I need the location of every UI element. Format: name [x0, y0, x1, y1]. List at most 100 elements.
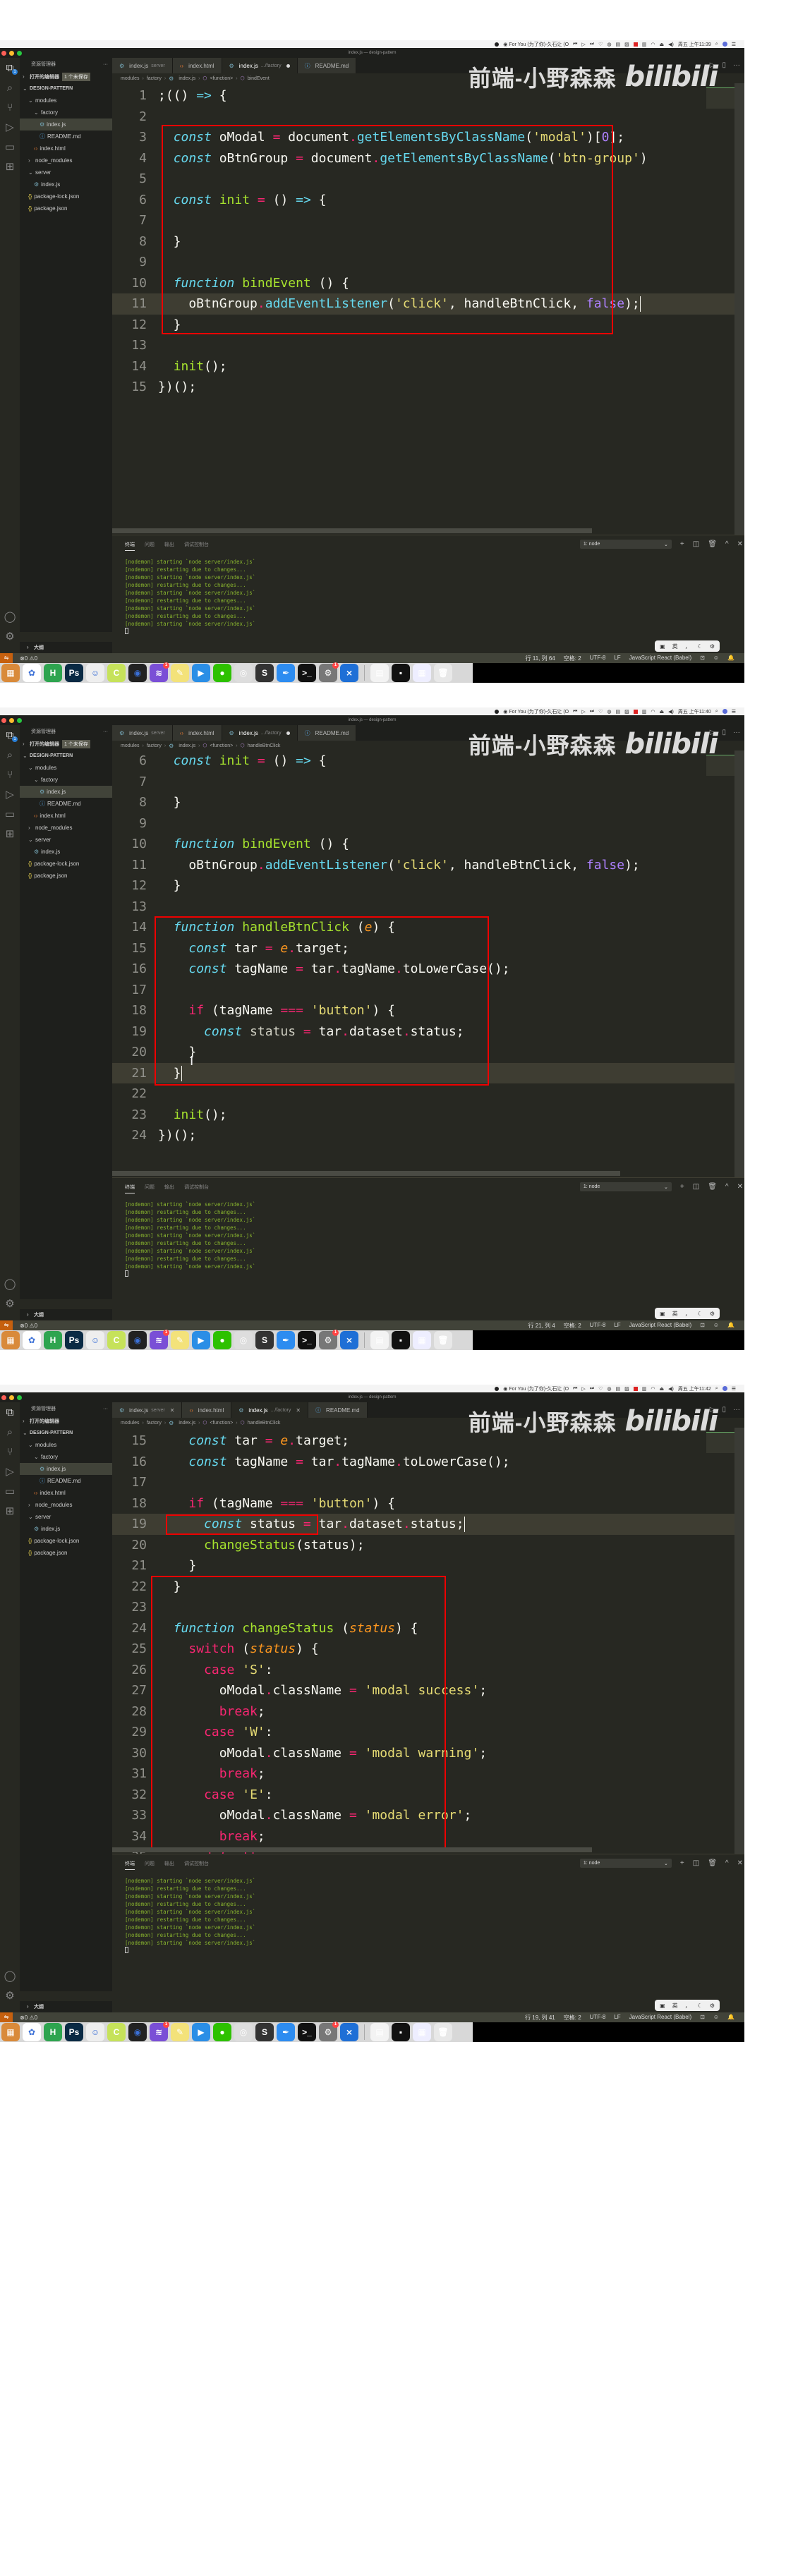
- code-line[interactable]: 7: [112, 210, 744, 231]
- manage-gear-icon[interactable]: ⚙: [0, 1986, 20, 2005]
- notifications-bell-icon[interactable]: 🔔: [727, 1322, 734, 1330]
- wifi-icon[interactable]: ◠: [651, 42, 655, 47]
- dock-app-terminal[interactable]: >_: [298, 1331, 316, 1349]
- chart-icon[interactable]: ▥: [642, 709, 647, 715]
- close-window-button[interactable]: [1, 51, 6, 56]
- dock-app-baidu-netdisk[interactable]: ✿: [23, 1331, 41, 1349]
- feedback-icon[interactable]: ☺: [713, 1322, 719, 1330]
- previous-track-icon[interactable]: ⏮: [573, 42, 577, 47]
- status-language[interactable]: JavaScript React (Babel): [629, 2014, 691, 2022]
- keyboard-icon[interactable]: ▤: [616, 709, 621, 715]
- code-line[interactable]: 16 const tagName = tar.tagName.toLowerCa…: [112, 959, 744, 980]
- split-terminal-icon[interactable]: ◫: [693, 1859, 699, 1867]
- terminal-output[interactable]: [nodemon] starting `node server/index.js…: [112, 1193, 744, 1279]
- dock-app-wechat[interactable]: ●: [213, 664, 231, 682]
- chart-icon[interactable]: ▥: [642, 42, 647, 47]
- code-line[interactable]: 14 init();: [112, 356, 744, 377]
- outline-section[interactable]: › 大纲: [20, 642, 112, 652]
- run-icon[interactable]: ▷: [710, 1406, 715, 1414]
- tab-index-js-factory[interactable]: ⚙ index.js .../factory ✕: [231, 1402, 309, 1418]
- dock-app-stickies[interactable]: ✎: [171, 2023, 189, 2041]
- panel-tab[interactable]: 问题: [145, 541, 155, 551]
- tab-readme-md[interactable]: ⓘ README.md: [308, 1402, 368, 1418]
- dock-app-colorpicker[interactable]: ✒: [277, 2023, 295, 2041]
- feedback-icon[interactable]: ☺: [713, 2014, 719, 2022]
- vertical-scrollbar[interactable]: [734, 1428, 744, 1854]
- breadcrumb-item[interactable]: <function>: [210, 743, 234, 748]
- dock-app-photoshop[interactable]: Ps: [65, 664, 83, 682]
- run-debug-icon[interactable]: ▷: [0, 1462, 20, 1481]
- tree-item-node-modules[interactable]: › node_modules: [20, 154, 112, 166]
- globe-icon[interactable]: ◍: [607, 1386, 611, 1392]
- terminal-select[interactable]: 1: node ⌄: [579, 1182, 672, 1191]
- code-line[interactable]: 22 }: [112, 1576, 744, 1598]
- accounts-icon[interactable]: ◯: [0, 607, 20, 626]
- dock-app-camtasia[interactable]: C: [107, 2023, 126, 2041]
- play-icon[interactable]: ▷: [581, 709, 585, 715]
- code-line[interactable]: 29 case 'W':: [112, 1722, 744, 1743]
- menubar-clock[interactable]: 周五 上午11:42: [678, 1385, 711, 1392]
- notification-center-icon[interactable]: ☰: [732, 1386, 736, 1392]
- dock-app-thunder[interactable]: ▶: [192, 2023, 210, 2041]
- run-debug-icon[interactable]: ▷: [0, 117, 20, 137]
- minimap[interactable]: [706, 751, 734, 1177]
- kill-terminal-icon[interactable]: 🗑: [708, 1859, 717, 1867]
- dock-app-sublime-text[interactable]: S: [255, 664, 274, 682]
- accounts-icon[interactable]: ◯: [0, 1966, 20, 1986]
- split-terminal-icon[interactable]: ◫: [693, 1183, 699, 1191]
- code-line[interactable]: 7: [112, 772, 744, 793]
- problems-indicator[interactable]: ⊗0 ⚠0: [20, 655, 37, 662]
- dock-app-chrome[interactable]: ◎: [234, 1331, 253, 1349]
- manage-gear-icon[interactable]: ⚙: [0, 626, 20, 646]
- previous-track-icon[interactable]: ⏮: [573, 709, 577, 715]
- close-tab-icon[interactable]: ✕: [170, 1407, 175, 1414]
- panel-tab[interactable]: 终端: [125, 1860, 135, 1870]
- code-line[interactable]: 10 function bindEvent () {: [112, 273, 744, 294]
- tree-item-index-js[interactable]: ⚙ index.js: [20, 178, 112, 190]
- dock-recent-doc-3[interactable]: ▦: [413, 1331, 431, 1349]
- panel-tab[interactable]: 输出: [164, 1860, 174, 1870]
- breadcrumb-item[interactable]: bindEvent: [248, 76, 270, 81]
- code-line[interactable]: 23: [112, 1597, 744, 1618]
- tab-index-js-factory[interactable]: ⚙ index.js .../factory: [222, 725, 298, 741]
- siri-icon[interactable]: [722, 1386, 727, 1391]
- eject-icon[interactable]: ⏏: [660, 42, 665, 47]
- tree-item-index-html[interactable]: ‹› index.html: [20, 1487, 112, 1499]
- tree-item-modules[interactable]: ⌄ modules: [20, 762, 112, 774]
- outline-section[interactable]: › 大纲: [20, 1309, 112, 1320]
- zoom-window-button[interactable]: [17, 51, 22, 56]
- remote-indicator-icon[interactable]: ⇋: [0, 653, 13, 663]
- tree-item-index-js[interactable]: ⚙ index.js: [20, 1523, 112, 1535]
- globe-icon[interactable]: ◍: [607, 709, 611, 715]
- breadcrumb-item[interactable]: index.js: [179, 743, 195, 748]
- code-line[interactable]: 6 const init = () => {: [112, 751, 744, 772]
- status-eol[interactable]: LF: [614, 655, 620, 662]
- play-icon[interactable]: ▷: [581, 1386, 585, 1392]
- code-line[interactable]: 25 switch (status) {: [112, 1639, 744, 1660]
- zoom-window-button[interactable]: [17, 1395, 22, 1400]
- close-window-button[interactable]: [1, 718, 6, 723]
- kill-terminal-icon[interactable]: 🗑: [708, 1183, 717, 1191]
- horizontal-scrollbar[interactable]: [112, 1847, 592, 1852]
- dock-app-chrome[interactable]: ◎: [234, 664, 253, 682]
- stripes-icon[interactable]: ▨: [624, 709, 629, 715]
- code-line[interactable]: 13: [112, 897, 744, 918]
- tree-item-node-modules[interactable]: › node_modules: [20, 1499, 112, 1511]
- code-line[interactable]: 11 oBtnGroup.addEventListener('click', h…: [112, 855, 744, 876]
- breadcrumb-item[interactable]: <function>: [210, 76, 234, 81]
- tree-item-readme-md[interactable]: ⓘ README.md: [20, 130, 112, 142]
- code-line[interactable]: 20 }: [112, 1042, 744, 1063]
- explorer-icon[interactable]: ⧉: [0, 1402, 20, 1422]
- trash-icon[interactable]: 🗑: [434, 2023, 452, 2041]
- problems-indicator[interactable]: ⊗0 ⚠0: [20, 1323, 37, 1329]
- minimap[interactable]: [706, 83, 734, 535]
- code-line[interactable]: 13: [112, 335, 744, 356]
- explorer-more-button[interactable]: ···: [103, 62, 108, 67]
- trash-icon[interactable]: 🗑: [434, 664, 452, 682]
- eject-icon[interactable]: ⏏: [660, 709, 665, 715]
- tree-item-package-json[interactable]: {} package.json: [20, 1547, 112, 1559]
- status-eol[interactable]: LF: [614, 1322, 620, 1330]
- code-line[interactable]: 9: [112, 252, 744, 273]
- tree-item-package-lock-json[interactable]: {} package-lock.json: [20, 858, 112, 870]
- tab-index-html[interactable]: ‹› index.html: [182, 1402, 232, 1418]
